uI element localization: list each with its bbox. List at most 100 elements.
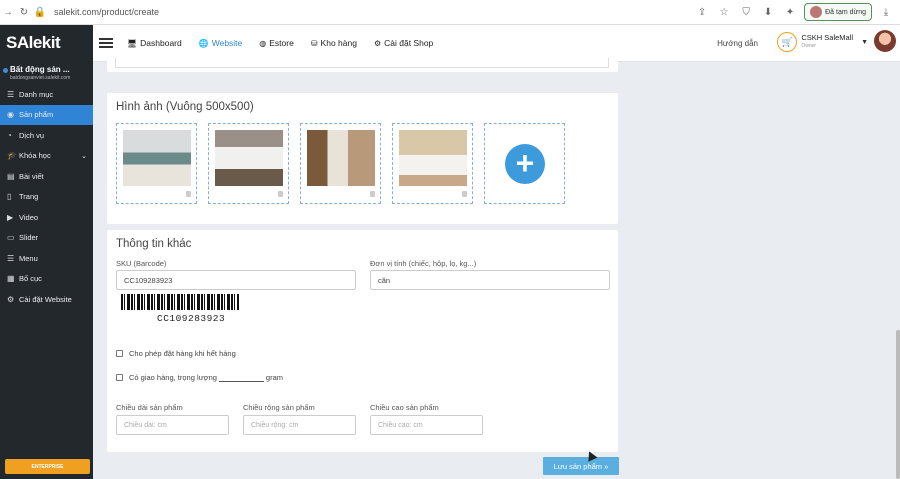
height-input[interactable]: Chiều cao: cm	[370, 415, 483, 435]
logo[interactable]: SAlekit	[0, 25, 93, 61]
sidebar-item-label: Bài viết	[19, 171, 44, 181]
product-icon: ◉	[7, 110, 14, 120]
help-link[interactable]: Hướng dẫn	[717, 39, 758, 48]
sidebar-item-san-pham[interactable]: ◉ Sản phẩm	[0, 104, 93, 125]
account-role: Owner	[801, 43, 817, 49]
other-info-title: Thông tin khác	[116, 238, 192, 250]
database-icon: ⛁	[310, 38, 318, 48]
sku-input[interactable]: CC109283923	[116, 270, 356, 290]
sidebar-item-label: Menu	[19, 253, 38, 263]
sidebar-item-bo-cuc[interactable]: ▦ Bố cục	[0, 269, 93, 290]
checkbox-label: Cho phép đặt hàng khi hết hàng	[129, 349, 236, 358]
address-bar[interactable]: salekit.com/product/create	[54, 7, 159, 17]
nav-website[interactable]: 🌐 Website	[199, 38, 243, 48]
nav-kho-hang[interactable]: ⛁ Kho hàng	[311, 38, 357, 48]
length-input[interactable]: Chiều dài: cm	[116, 415, 229, 435]
shield-icon[interactable]: ⛉	[738, 7, 754, 18]
course-icon: 🎓	[7, 151, 17, 161]
globe-icon: 🌐	[198, 38, 209, 48]
page-icon: ▯	[7, 192, 12, 202]
shipping-checkbox[interactable]: Có giao hàng, trọng lượng gram	[116, 373, 283, 382]
post-icon: ▤	[7, 171, 15, 181]
trash-icon[interactable]	[278, 191, 283, 197]
account-menu[interactable]: 🛒 CSKH SaleMall Owner ▼	[777, 32, 868, 52]
site-name: Bất động sản ...	[10, 65, 70, 74]
checkbox-box[interactable]	[116, 350, 123, 357]
site-domain: batdongsanviet.salekit.com	[10, 75, 71, 81]
profile-avatar	[810, 6, 823, 18]
image-thumb-1[interactable]	[116, 123, 197, 204]
download-icon[interactable]: ⤓	[878, 7, 894, 18]
nav-cai-dat-shop[interactable]: ⚙ Cài đặt Shop	[374, 38, 433, 48]
sidebar-item-label: Trang	[19, 192, 39, 202]
image-thumb-3[interactable]	[300, 123, 381, 204]
site-switcher[interactable]: Bất động sản ... batdongsanviet.salekit.…	[0, 61, 93, 84]
caret-down-icon: ▼	[861, 38, 868, 46]
sidebar-item-bai-viet[interactable]: ▤ Bài viết	[0, 166, 93, 187]
width-input[interactable]: Chiều rộng: cm	[243, 415, 356, 435]
profile-paused-button[interactable]: Đã tạm dừng	[804, 3, 872, 21]
globe-icon: ◍	[259, 38, 267, 48]
add-image-button[interactable]: +	[484, 123, 565, 204]
allow-out-of-stock-checkbox[interactable]: Cho phép đặt hàng khi hết hàng	[116, 349, 236, 358]
weight-input[interactable]	[218, 374, 264, 382]
nav-estore[interactable]: ◍ Estore	[259, 38, 294, 48]
checkbox-label: Có giao hàng, trọng lượng	[129, 373, 217, 382]
unit-label: Đơn vị tính (chiếc, hộp, lọ, kg...)	[370, 259, 477, 268]
length-label: Chiều dài sản phẩm	[116, 403, 183, 412]
unit-input[interactable]: căn	[370, 270, 610, 290]
description-textarea[interactable]	[115, 58, 609, 68]
gear-icon: ⚙	[373, 38, 382, 48]
weight-unit: gram	[265, 373, 284, 382]
width-label: Chiều rộng sản phẩm	[243, 403, 315, 412]
product-image	[123, 130, 191, 186]
plan-badge[interactable]: ENTERPRISE	[5, 459, 90, 474]
service-icon: ◔	[7, 130, 12, 140]
other-info-panel: Thông tin khác SKU (Barcode) CC109283923…	[107, 230, 618, 452]
images-panel: Hình ảnh (Vuông 500x500) +	[107, 93, 618, 224]
sidebar-item-video[interactable]: ▶ Video	[0, 207, 93, 228]
sidebar-item-cai-dat-website[interactable]: ⚙ Cài đặt Website	[0, 289, 93, 310]
list-icon: ☰	[7, 89, 15, 99]
sidebar-item-trang[interactable]: ▯ Trang	[0, 187, 93, 208]
sidebar-item-dich-vu[interactable]: ◔ Dịch vụ	[0, 125, 93, 146]
star-icon[interactable]: ☆	[716, 7, 732, 18]
description-panel-bottom	[107, 58, 618, 72]
trash-icon[interactable]	[462, 191, 467, 197]
sidebar-item-slider[interactable]: ▭ Slider	[0, 228, 93, 249]
back-icon[interactable]: →	[0, 7, 16, 18]
checkbox-box[interactable]	[116, 374, 123, 381]
trash-icon[interactable]	[370, 191, 375, 197]
browser-toolbar: → ↻ 🔒 salekit.com/product/create ⇪ ☆ ⛉ ⬇…	[0, 0, 900, 25]
nav-label: Estore	[269, 38, 294, 48]
image-thumb-4[interactable]	[392, 123, 473, 204]
sidebar-item-danh-muc[interactable]: ☰ Danh mục	[0, 84, 93, 105]
nav-label: Dashboard	[140, 38, 182, 48]
scrollbar[interactable]	[896, 330, 900, 479]
image-thumb-2[interactable]	[208, 123, 289, 204]
share-icon[interactable]: ⇪	[694, 7, 710, 18]
slider-icon: ▭	[7, 233, 15, 243]
barcode-image	[121, 294, 239, 310]
sidebar-item-khoa-hoc[interactable]: 🎓 Khóa học ⌄	[0, 146, 93, 167]
chevron-down-icon: ⌄	[81, 152, 87, 160]
trash-icon[interactable]	[186, 191, 191, 197]
sidebar-item-label: Dịch vụ	[19, 130, 45, 140]
avatar[interactable]	[874, 30, 896, 52]
sku-label: SKU (Barcode)	[116, 259, 167, 268]
sidebar-item-label: Khóa học	[19, 151, 51, 161]
main-content: Hình ảnh (Vuông 500x500) + Thông tin khá…	[93, 58, 900, 479]
sidebar-item-menu[interactable]: ☰ Menu	[0, 248, 93, 269]
sidebar-item-label: Danh mục	[19, 89, 54, 99]
hamburger-icon[interactable]	[99, 36, 113, 50]
reload-icon[interactable]: ↻	[16, 7, 32, 18]
nav-dashboard[interactable]: 🖥 Dashboard	[127, 38, 182, 48]
extensions-icon[interactable]: ✦	[782, 7, 798, 18]
download-ext-icon[interactable]: ⬇	[760, 7, 776, 18]
barcode-text: CC109283923	[157, 313, 226, 324]
save-product-button[interactable]: Lưu sản phẩm »	[543, 457, 619, 475]
top-navigation: 🖥 Dashboard 🌐 Website ◍ Estore ⛁ Kho hàng ⚙ C…	[93, 25, 900, 62]
video-icon: ▶	[7, 212, 14, 222]
sidebar: SAlekit Bất động sản ... batdongsanviet.…	[0, 25, 93, 479]
menu-icon: ☰	[7, 253, 15, 263]
